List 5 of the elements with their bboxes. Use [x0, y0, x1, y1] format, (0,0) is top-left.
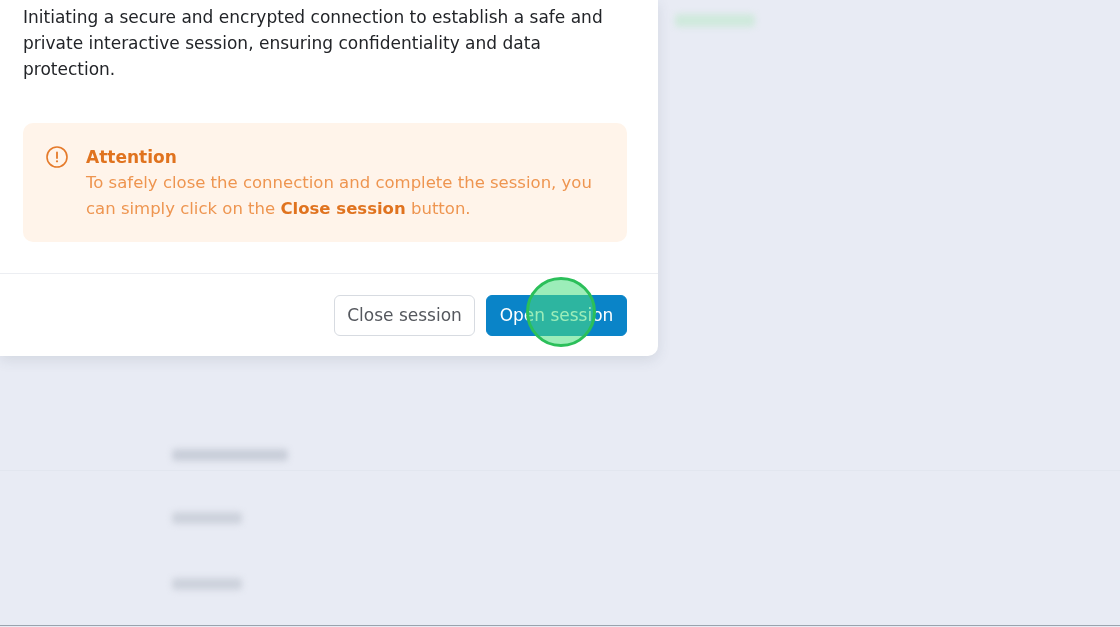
- alert-title: Attention: [86, 146, 178, 169]
- exclamation-circle-icon: [46, 146, 68, 168]
- dialog-description: Initiating a secure and encrypted connection to establish a safe and private interactive session, ensuring confidentiality and data protection.: [23, 6, 604, 81]
- session-button[interactable]: Close session: [334, 295, 475, 336]
- alert-message: To safely close the connection and complete the session, you can simply click on the Close session button.: [86, 172, 593, 220]
